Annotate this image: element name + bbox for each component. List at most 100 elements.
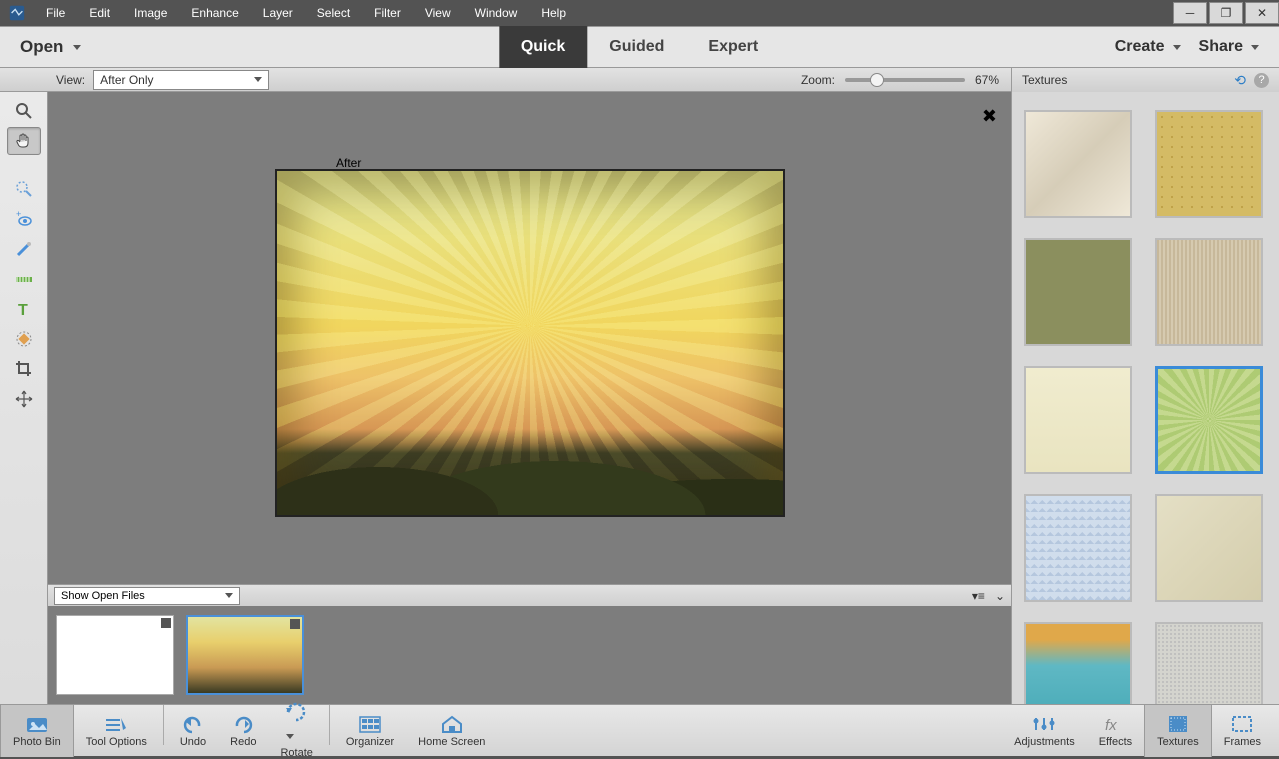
menu-help[interactable]: Help	[529, 0, 578, 26]
bb-label: Home Screen	[418, 736, 485, 748]
mode-tabs: Quick Guided Expert	[499, 26, 780, 68]
bin-thumb-2[interactable]	[186, 615, 304, 695]
menu-view[interactable]: View	[413, 0, 463, 26]
photo-bin-icon	[25, 714, 49, 734]
help-icon[interactable]: ?	[1254, 73, 1269, 88]
bb-home-screen[interactable]: Home Screen	[406, 705, 497, 757]
canvas-area: ✖ After	[48, 92, 1011, 584]
canvas-stage[interactable]: After	[48, 92, 1011, 584]
open-button[interactable]: Open	[0, 37, 99, 57]
texture-peeling-paint[interactable]	[1024, 110, 1132, 218]
menu-edit[interactable]: Edit	[77, 0, 122, 26]
rotate-icon	[284, 702, 310, 745]
mode-tab-quick[interactable]: Quick	[499, 26, 587, 68]
bin-collapse-icon[interactable]: ⌄	[995, 589, 1005, 603]
texture-cream-linen[interactable]	[1024, 366, 1132, 474]
texture-tan-fiber[interactable]	[1155, 238, 1263, 346]
share-button[interactable]: Share	[1193, 38, 1265, 56]
menu-window[interactable]: Window	[463, 0, 530, 26]
actionbar: Open Quick Guided Expert Create Share	[0, 26, 1279, 68]
adjustments-icon	[1032, 714, 1056, 734]
zoom-tool[interactable]	[7, 97, 41, 125]
home-icon	[440, 714, 464, 734]
texture-green-sunburst[interactable]	[1155, 366, 1263, 474]
caret-down-icon	[1173, 45, 1181, 50]
bb-label: Textures	[1157, 736, 1199, 748]
menu-image[interactable]: Image	[122, 0, 179, 26]
maximize-button[interactable]: ❐	[1209, 2, 1243, 24]
bb-organizer[interactable]: Organizer	[334, 705, 406, 757]
bb-tool-options[interactable]: Tool Options	[74, 705, 159, 757]
zoom-label: Zoom:	[801, 73, 835, 87]
photo-bin-bar: Show Open Files ▾≡ ⌄	[48, 584, 1011, 606]
reset-icon[interactable]: ⟲	[1234, 72, 1246, 89]
whiten-tool[interactable]	[7, 235, 41, 263]
app-icon	[0, 0, 34, 26]
frames-icon	[1230, 714, 1254, 734]
textures-panel[interactable]	[1011, 92, 1279, 704]
texture-gold-dots[interactable]	[1155, 110, 1263, 218]
bb-photo-bin[interactable]: Photo Bin	[0, 705, 74, 757]
bb-label: Effects	[1099, 736, 1132, 748]
bin-thumb-1[interactable]	[56, 615, 174, 695]
main: + T ✖ After Show Open Files ▾≡	[0, 92, 1279, 704]
zoom-slider[interactable]	[845, 78, 965, 82]
texture-beige-scratch[interactable]	[1155, 494, 1263, 602]
texture-olive-canvas[interactable]	[1024, 238, 1132, 346]
quick-selection-tool[interactable]	[7, 175, 41, 203]
organizer-icon	[358, 714, 382, 734]
bb-label: Frames	[1224, 736, 1261, 748]
bin-select[interactable]: Show Open Files	[54, 587, 240, 605]
mode-tab-expert[interactable]: Expert	[686, 26, 780, 68]
panel-title: Textures	[1022, 73, 1067, 87]
textures-grid	[1024, 110, 1267, 704]
straighten-tool[interactable]	[7, 265, 41, 293]
bb-textures[interactable]: Textures	[1144, 705, 1212, 757]
bb-adjustments[interactable]: Adjustments	[1002, 705, 1087, 757]
undo-icon	[181, 714, 205, 734]
redeye-tool[interactable]: +	[7, 205, 41, 233]
mode-tab-guided[interactable]: Guided	[587, 26, 686, 68]
share-label: Share	[1199, 38, 1243, 56]
move-tool[interactable]	[7, 385, 41, 413]
create-label: Create	[1115, 38, 1165, 56]
after-label: After	[336, 156, 361, 170]
bb-rotate[interactable]: Rotate	[268, 705, 324, 757]
view-value: After Only	[100, 73, 153, 87]
bb-redo[interactable]: Redo	[218, 705, 268, 757]
crop-tool[interactable]	[7, 355, 41, 383]
text-tool[interactable]: T	[7, 295, 41, 323]
texture-teal-paint[interactable]	[1024, 622, 1132, 704]
menu-filter[interactable]: Filter	[362, 0, 413, 26]
texture-silver-emboss[interactable]	[1155, 622, 1263, 704]
svg-text:fx: fx	[1105, 717, 1117, 734]
menu-file[interactable]: File	[34, 0, 77, 26]
bb-label: Undo	[180, 736, 206, 748]
bottombar: Photo Bin Tool Options Undo Redo Rotate …	[0, 704, 1279, 756]
minimize-button[interactable]: ─	[1173, 2, 1207, 24]
spot-heal-tool[interactable]	[7, 325, 41, 353]
panel-titlebar: Textures ⟲ ?	[1011, 68, 1279, 92]
create-button[interactable]: Create	[1109, 38, 1187, 56]
caret-down-icon	[225, 593, 233, 598]
bb-undo[interactable]: Undo	[168, 705, 218, 757]
texture-blue-weave[interactable]	[1024, 494, 1132, 602]
bin-menu-icon[interactable]: ▾≡	[972, 589, 985, 603]
svg-text:T: T	[18, 302, 28, 319]
redo-icon	[231, 714, 255, 734]
bb-frames[interactable]: Frames	[1212, 705, 1273, 757]
hand-tool[interactable]	[7, 127, 41, 155]
close-window-button[interactable]: ✕	[1245, 2, 1279, 24]
open-label: Open	[20, 37, 63, 57]
effects-icon: fx	[1103, 714, 1127, 734]
bottombar-left: Photo Bin Tool Options Undo Redo Rotate …	[0, 705, 497, 757]
view-select[interactable]: After Only	[93, 70, 269, 90]
zoom-thumb[interactable]	[870, 73, 884, 87]
bb-label: Photo Bin	[13, 736, 61, 748]
bb-effects[interactable]: fx Effects	[1087, 705, 1144, 757]
menu-layer[interactable]: Layer	[251, 0, 305, 26]
tool-options-icon	[104, 714, 128, 734]
menu-enhance[interactable]: Enhance	[179, 0, 250, 26]
menu-select[interactable]: Select	[305, 0, 362, 26]
textures-icon	[1166, 714, 1190, 734]
